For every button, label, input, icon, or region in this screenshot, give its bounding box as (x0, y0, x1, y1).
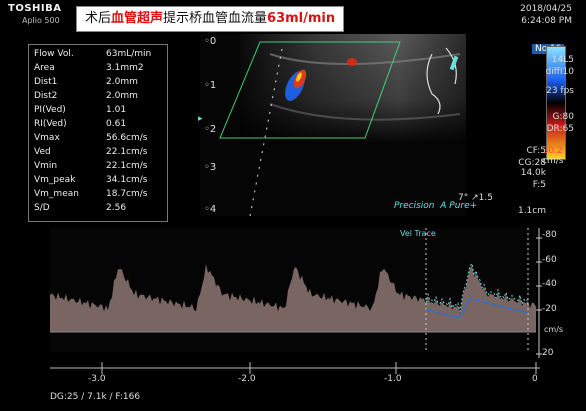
depth-mark: ◦4 (204, 204, 217, 215)
scale-label: -40 (542, 279, 557, 289)
banner-value: 63ml/min (267, 11, 336, 26)
precision-mode: Precision A Pure+ (394, 201, 477, 211)
device-model: Aplio 500 (22, 16, 60, 25)
measurement-value: 18.7cm/s (106, 189, 148, 199)
measurement-value: 34.1cm/s (106, 175, 148, 185)
caption-banner: 术后血管超声提示桥血管血流量63ml/min (76, 6, 345, 32)
measurement-value: 56.6cm/s (106, 133, 148, 143)
param-gain: G:80 (552, 112, 574, 122)
depth-mark: ◦0 (204, 36, 217, 47)
depth-label-1: 1 (209, 80, 217, 91)
exam-time: 6:24:08 PM (521, 16, 572, 26)
vel-trace-label: Vel Trace (400, 229, 436, 238)
time-tick: -2.0 (238, 374, 256, 384)
depth-label-0: 0 (209, 36, 217, 47)
time-tick: -1.0 (384, 374, 402, 384)
measurement-row: Dist1 2.0mm (34, 76, 162, 89)
measurement-value: 3.1mm2 (106, 63, 144, 73)
scale-ticks (536, 228, 542, 358)
banner-highlight: 血管超声 (111, 11, 164, 26)
depth-label-2: 2 (209, 124, 217, 135)
measurement-label: PI(Ved) (34, 105, 66, 115)
measurement-label: Dist2 (34, 91, 58, 101)
measurement-row: Vmin 22.1cm/s (34, 160, 162, 173)
focus-marker-icon: ▸ (198, 114, 203, 124)
measurement-label: Vmax (34, 133, 60, 143)
measurement-row: Area 3.1mm2 (34, 62, 162, 75)
bmode-image (200, 34, 466, 216)
param-prf: 14.0k (520, 168, 546, 178)
measurement-value: 2.0mm (106, 91, 138, 101)
banner-prefix: 术后 (85, 11, 112, 26)
measurement-panel: Flow Vol. 63mL/min Area 3.1mm2 Dist1 2.0mm Dis… (28, 44, 168, 222)
param-cf: CF:5 (526, 146, 546, 156)
scale-label: -60 (542, 255, 557, 265)
exam-date: 2018/04/25 (520, 4, 572, 14)
scale-unit: cm/s (544, 325, 564, 334)
measurement-label: S/D (34, 203, 50, 213)
measurement-row: Vm_peak 34.1cm/s (34, 174, 162, 187)
doppler-spectrum (50, 228, 536, 352)
scale-label: -80 (542, 230, 557, 240)
time-tick: -3.0 (88, 374, 106, 384)
scale-label: -20 (542, 304, 557, 314)
depth-label-4: 4 (209, 204, 217, 215)
footer-params: DG:25 / 7.1k / F:166 (50, 392, 141, 402)
apure-label: A Pure+ (440, 201, 478, 211)
measurement-value: 2.0mm (106, 77, 138, 87)
measurement-row: PI(Ved) 1.01 (34, 104, 162, 117)
banner-middle: 提示桥血管血流量 (163, 11, 268, 26)
depth-label-3: 3 (209, 162, 217, 173)
depth-mark: ◦1 (204, 80, 217, 91)
measurement-value: 22.1cm/s (106, 147, 148, 157)
measurement-value: 2.56 (106, 203, 127, 213)
measurement-value: 22.1cm/s (106, 161, 148, 171)
param-cg: CG:28 (518, 158, 546, 168)
measurement-label: Vm_mean (34, 189, 79, 199)
measurement-value: 0.61 (106, 119, 127, 129)
measurement-row: Vm_mean 18.7cm/s (34, 188, 162, 201)
measurement-label: Vmin (34, 161, 58, 171)
precision-label: Precision (394, 201, 435, 211)
measurement-label: RI(Ved) (34, 119, 67, 129)
param-fps: 23 fps (546, 86, 574, 96)
measurement-row: Vmax 56.6cm/s (34, 132, 162, 145)
measurement-value: 63mL/min (106, 49, 152, 59)
measurement-label: Flow Vol. (34, 49, 74, 59)
measurement-row: Ved 22.1cm/s (34, 146, 162, 159)
measurement-label: Ved (34, 147, 51, 157)
param-f: F:5 (532, 180, 546, 190)
time-tick: 0 (532, 374, 538, 384)
measurement-row: Dist2 2.0mm (34, 90, 162, 103)
time-axis (50, 362, 540, 374)
param-gate: 1.1cm (517, 206, 546, 216)
measurement-label: Area (34, 63, 55, 73)
measurement-row: RI(Ved) 0.61 (34, 118, 162, 131)
param-dr: DR:65 (546, 124, 574, 134)
depth-mark: ◦3 (204, 162, 217, 173)
brand-logo: TOSHIBA (8, 3, 62, 14)
measurement-label: Vm_peak (34, 175, 76, 185)
measurement-label: Dist1 (34, 77, 58, 87)
depth-mark: ◦2 (204, 124, 217, 135)
param-freq: diffI10 (545, 67, 574, 77)
measurement-row: S/D 2.56 (34, 202, 162, 215)
measurement-row: Flow Vol. 63mL/min (34, 48, 162, 61)
measurement-value: 1.01 (106, 105, 127, 115)
param-probe: 14L5 (551, 55, 574, 65)
